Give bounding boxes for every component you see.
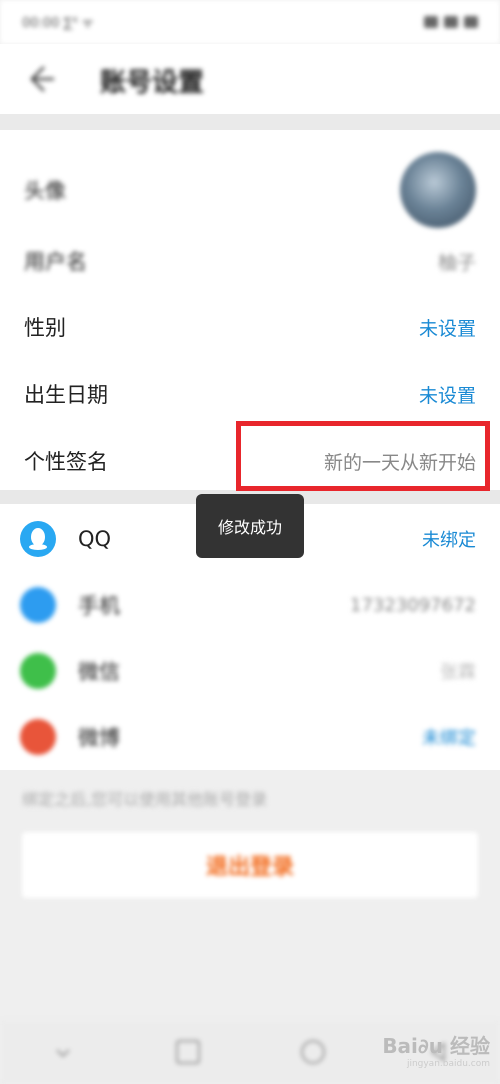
wechat-label: 微信	[78, 660, 120, 684]
gender-label: 性别	[24, 316, 66, 340]
battery-icon	[464, 16, 478, 28]
weibo-value[interactable]: 未绑定	[422, 724, 476, 750]
wifi-icon	[444, 16, 458, 28]
highlight-box	[236, 421, 490, 491]
phone-icon	[20, 587, 56, 623]
app-header: 账号设置	[0, 44, 500, 114]
username-label: 用户名	[24, 250, 87, 274]
avatar-label: 头像	[24, 179, 66, 203]
gender-value[interactable]: 未设置	[419, 314, 476, 341]
phone-label: 手机	[78, 594, 120, 618]
nav-home-icon[interactable]	[300, 1040, 325, 1064]
gender-row[interactable]: 性别 未设置	[0, 294, 500, 360]
status-time: 00:00 ∑⁴ ᯤ	[22, 16, 94, 31]
weibo-label: 微博	[78, 726, 120, 750]
avatar-row[interactable]: 头像	[0, 144, 500, 236]
phone-row[interactable]: 手机 17323097672	[0, 572, 500, 638]
baidu-watermark: Bai∂u 经验 jingyan.baidu.com	[382, 1030, 490, 1069]
birthday-label: 出生日期	[24, 383, 108, 407]
birthday-value[interactable]: 未设置	[419, 381, 476, 408]
birthday-row[interactable]: 出生日期 未设置	[0, 361, 500, 427]
watermark-brand: Bai∂u 经验	[382, 1034, 490, 1058]
nav-recent-icon[interactable]	[175, 1040, 200, 1064]
watermark-url: jingyan.baidu.com	[406, 1059, 490, 1069]
signal-icon	[424, 16, 438, 28]
qq-icon	[20, 521, 56, 557]
nav-collapse-icon[interactable]	[51, 1040, 75, 1064]
back-arrow-icon[interactable]	[22, 61, 58, 97]
signature-label: 个性签名	[24, 450, 108, 474]
section-divider	[0, 114, 500, 130]
bind-hint: 绑定之后,您可以使用其他账号登录	[22, 790, 268, 809]
username-value: 柚子	[437, 251, 476, 274]
qq-value[interactable]: 未绑定	[422, 526, 476, 552]
status-bar: 00:00 ∑⁴ ᯤ	[0, 0, 500, 44]
logout-button[interactable]: 退出登录	[22, 832, 478, 898]
phone-value: 17323097672	[350, 594, 476, 616]
username-row[interactable]: 用户名 柚子	[0, 228, 500, 294]
toast-message: 修改成功	[196, 494, 304, 558]
weibo-row[interactable]: 微博 未绑定	[0, 704, 500, 770]
wechat-icon	[20, 653, 56, 689]
weibo-icon	[20, 719, 56, 755]
status-icons	[424, 16, 478, 28]
avatar[interactable]	[400, 152, 476, 228]
wechat-row[interactable]: 微信 张霖	[0, 638, 500, 704]
page-title: 账号设置	[100, 68, 205, 98]
wechat-value: 张霖	[440, 662, 476, 683]
